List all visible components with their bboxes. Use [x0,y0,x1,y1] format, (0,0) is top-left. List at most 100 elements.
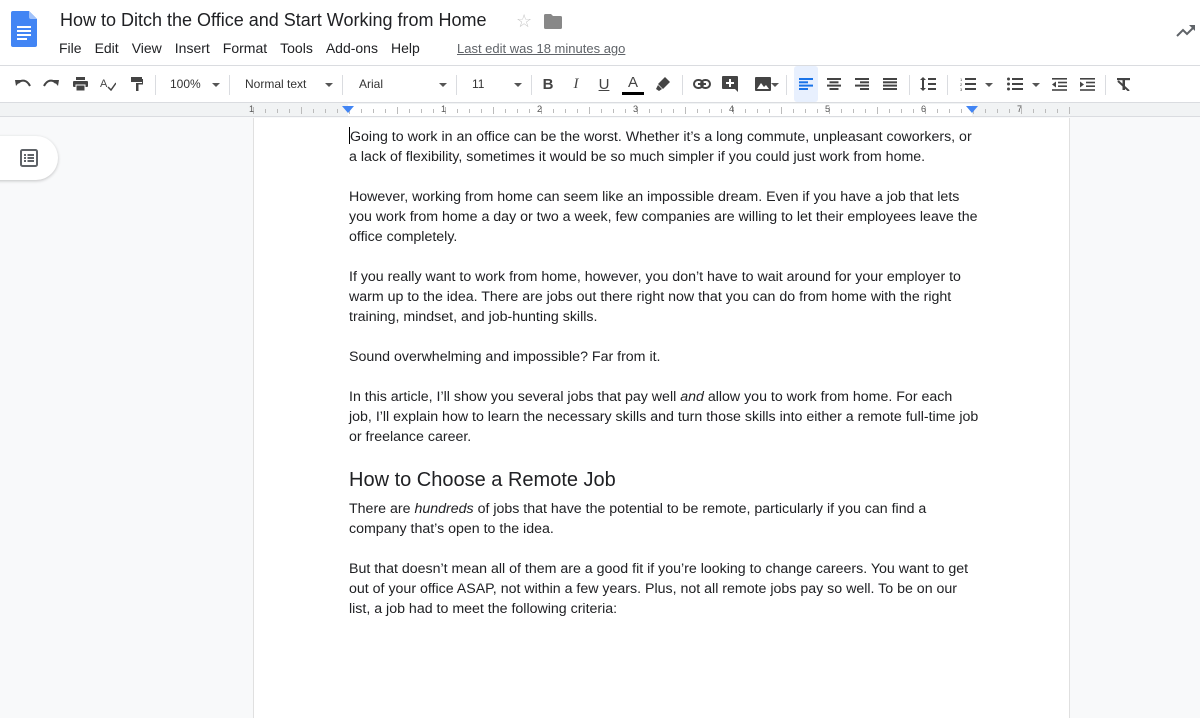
paragraph: However, working from home can seem like… [349,189,978,245]
line-spacing-button[interactable] [916,66,940,102]
ruler-label: 2 [537,104,543,114]
align-right-button[interactable] [850,66,874,102]
document-body[interactable]: Going to work in an office can be the wo… [349,127,979,639]
ruler-tick [913,109,914,113]
menu-view[interactable]: View [132,40,162,56]
paint-format-button[interactable] [126,66,148,102]
ruler-tick [553,109,554,113]
ruler-tick [769,109,770,113]
align-left-button[interactable] [794,66,818,102]
highlight-button[interactable] [652,66,674,102]
ruler-label: 7 [1017,104,1023,114]
menu-edit[interactable]: Edit [95,40,119,56]
ruler-tick [709,109,710,113]
toolbar-divider [682,75,683,95]
svg-text:3: 3 [960,87,963,91]
justify-button[interactable] [878,66,902,102]
underline-button[interactable]: U [593,66,615,102]
increase-indent-icon [1079,77,1095,91]
outline-list-icon [20,149,38,167]
align-justify-icon [883,78,897,90]
menu-help[interactable]: Help [391,40,420,56]
google-docs-icon[interactable] [11,11,37,47]
menu-file[interactable]: File [59,40,82,56]
text-color-button[interactable]: A [621,66,645,102]
menu-tools[interactable]: Tools [280,40,313,56]
image-icon [755,77,771,91]
redo-icon [43,79,59,87]
undo-button[interactable] [12,66,34,102]
spellcheck-button[interactable]: A [97,66,119,102]
ruler-tick [961,109,962,113]
right-indent-marker[interactable] [966,106,978,113]
ruler-tick [613,109,614,113]
ruler-tick [529,109,530,113]
ruler-tick [649,109,650,113]
menu-add-ons[interactable]: Add-ons [326,40,378,56]
toolbar-divider [786,75,787,95]
paragraph-style-value: Normal text [245,77,307,91]
ruler-tick [589,107,590,114]
numbered-list-icon: 123 [960,77,976,91]
ruler-tick [865,109,866,113]
ruler-label: 4 [729,104,735,114]
ruler-tick [889,109,890,113]
bulleted-list-button[interactable] [1002,66,1042,102]
chevron-down-icon [1032,83,1040,87]
left-indent-marker[interactable] [342,106,354,113]
print-button[interactable] [69,66,91,102]
ruler-label: 5 [825,104,831,114]
ruler-tick [493,107,494,114]
insert-link-button[interactable] [691,66,713,102]
menu-format[interactable]: Format [223,40,267,56]
toolbar-divider [909,75,910,95]
ruler-label: 6 [921,104,927,114]
toolbar-divider [947,75,948,95]
document-outline-button[interactable] [0,136,58,180]
document-title[interactable]: How to Ditch the Office and Start Workin… [60,10,487,31]
ruler-tick [289,109,290,113]
align-center-icon [827,78,841,90]
toolbar-divider [531,75,532,95]
ruler-label: 3 [633,104,639,114]
numbered-list-button[interactable]: 123 [955,66,995,102]
insert-image-button[interactable] [747,66,779,102]
print-icon [72,77,88,91]
ruler[interactable]: 1 1 2 3 4 5 6 7 [0,103,1200,117]
ruler-label: 1 [441,104,447,114]
increase-indent-button[interactable] [1075,66,1099,102]
last-edit-link[interactable]: Last edit was 18 minutes ago [457,41,625,56]
zoom-select[interactable]: 100% [170,66,222,102]
clear-formatting-button[interactable] [1112,66,1136,102]
decrease-indent-button[interactable] [1047,66,1071,102]
ruler-tick [469,109,470,113]
paragraph: If you really want to work from home, ho… [349,269,961,325]
chevron-down-icon [212,83,220,87]
folder-icon[interactable] [544,14,562,29]
align-center-button[interactable] [822,66,846,102]
insert-comment-button[interactable] [719,66,741,102]
ruler-tick [421,109,422,113]
ruler-tick [937,109,938,113]
font-select[interactable]: Arial [359,66,449,102]
paragraph: Going to work in an office can be the wo… [349,127,979,167]
ruler-tick [325,109,326,113]
menu-bar: File Edit View Insert Format Tools Add-o… [59,40,433,56]
redo-button[interactable] [40,66,62,102]
ruler-tick [841,109,842,113]
ruler-tick [277,109,278,113]
ruler-tick [625,109,626,113]
menu-insert[interactable]: Insert [175,40,210,56]
svg-text:A: A [100,78,108,90]
ruler-tick [1057,109,1058,113]
italic-button[interactable]: I [565,66,587,102]
font-size-select[interactable]: 11 [472,66,524,102]
toolbar-divider [456,75,457,95]
ruler-tick [793,109,794,113]
bold-button[interactable]: B [537,66,559,102]
toolbar-divider [229,75,230,95]
trending-up-icon[interactable] [1176,24,1196,38]
paragraph-style-select[interactable]: Normal text [245,66,335,102]
ruler-tick [301,107,302,114]
star-icon[interactable]: ☆ [516,11,532,32]
